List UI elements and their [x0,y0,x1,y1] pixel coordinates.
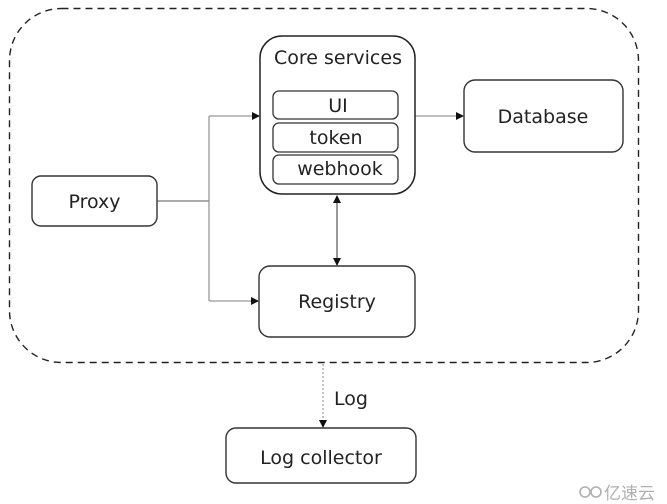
node-proxy-label: Proxy [68,191,120,213]
edge-proxy-branch [157,116,210,301]
node-core-services: Core services UI token webhook [259,35,416,195]
core-child-token-label: token [309,127,362,149]
node-proxy: Proxy [31,175,158,227]
node-core-services-label: Core services [274,47,402,69]
core-child-webhook: webhook [272,154,399,185]
node-registry-label: Registry [298,291,376,313]
core-child-ui-label: UI [328,95,348,117]
edge-label-log: Log [334,388,368,410]
node-log-collector-label: Log collector [260,447,382,469]
watermark-text: 亿速云 [604,484,655,504]
node-log-collector: Log collector [225,427,417,484]
cloud-logo-icon [579,486,602,498]
node-registry: Registry [258,265,416,338]
architecture-diagram: Log Proxy Core services UI token webhook… [8,7,655,504]
node-database: Database [463,79,624,153]
node-database-label: Database [498,106,589,128]
watermark: 亿速云 [579,484,655,504]
core-child-webhook-label: webhook [297,158,383,180]
core-child-ui: UI [272,90,399,120]
core-child-token: token [272,122,399,153]
